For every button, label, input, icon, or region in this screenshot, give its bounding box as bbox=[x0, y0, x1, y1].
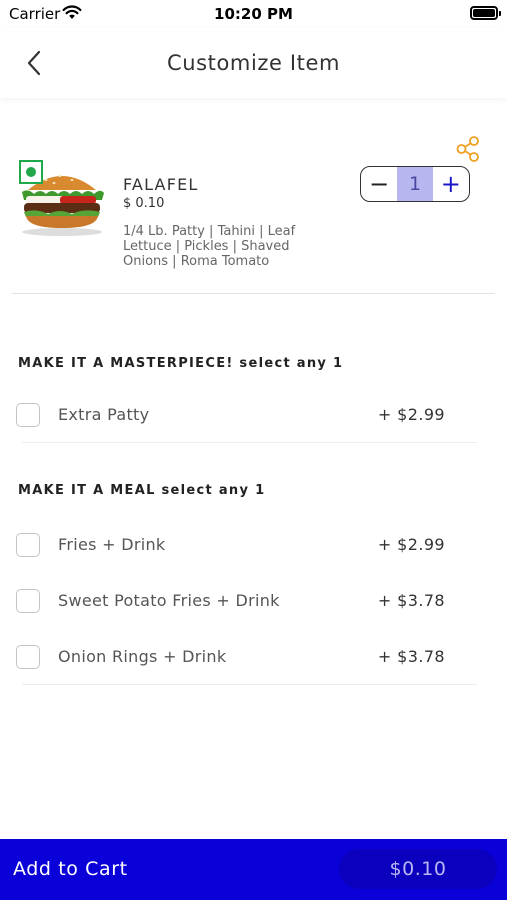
option-row[interactable]: Fries + Drink + $2.99 bbox=[16, 531, 456, 559]
option-label: Onion Rings + Drink bbox=[58, 647, 227, 666]
nav-header: Customize Item bbox=[0, 28, 507, 98]
option-checkbox[interactable] bbox=[16, 533, 40, 557]
status-bar: Carrier 10:20 PM bbox=[0, 0, 507, 28]
section-title: MAKE IT A MASTERPIECE! select any 1 bbox=[18, 356, 344, 371]
option-label: Sweet Potato Fries + Drink bbox=[58, 591, 280, 610]
option-price: + $2.99 bbox=[377, 405, 445, 424]
page-title: Customize Item bbox=[166, 51, 341, 75]
battery-icon bbox=[470, 6, 501, 20]
item-description: 1/4 Lb. Patty | Tahini | Leaf Lettuce | … bbox=[123, 224, 296, 269]
cart-footer: Add to Cart $0.10 bbox=[0, 839, 507, 900]
option-checkbox[interactable] bbox=[16, 645, 40, 669]
divider bbox=[12, 293, 495, 294]
option-price: + $3.78 bbox=[377, 647, 445, 666]
share-icon bbox=[456, 136, 479, 162]
divider bbox=[22, 442, 477, 443]
option-price: + $3.78 bbox=[377, 591, 445, 610]
section-title: MAKE IT A MEAL select any 1 bbox=[18, 483, 266, 498]
increase-quantity-button[interactable]: + bbox=[433, 167, 469, 201]
option-label: Extra Patty bbox=[58, 405, 150, 424]
option-label: Fries + Drink bbox=[58, 535, 166, 554]
option-checkbox[interactable] bbox=[16, 589, 40, 613]
option-checkbox[interactable] bbox=[16, 403, 40, 427]
decrease-quantity-button[interactable]: − bbox=[361, 167, 397, 201]
divider bbox=[22, 684, 477, 685]
share-button[interactable] bbox=[455, 135, 481, 163]
quantity-value: 1 bbox=[397, 167, 433, 201]
total-price-badge: $0.10 bbox=[339, 849, 497, 889]
veg-indicator-icon bbox=[19, 160, 43, 184]
option-row[interactable]: Onion Rings + Drink + $3.78 bbox=[16, 643, 456, 671]
item-price: $ 0.10 bbox=[123, 196, 165, 211]
quantity-stepper: − 1 + bbox=[360, 166, 470, 202]
option-row[interactable]: Sweet Potato Fries + Drink + $3.78 bbox=[16, 587, 456, 615]
option-row[interactable]: Extra Patty + $2.99 bbox=[16, 401, 456, 429]
add-to-cart-button[interactable]: Add to Cart bbox=[13, 858, 128, 880]
option-price: + $2.99 bbox=[377, 535, 445, 554]
status-time: 10:20 PM bbox=[214, 5, 293, 23]
item-name: FALAFEL bbox=[123, 175, 199, 194]
